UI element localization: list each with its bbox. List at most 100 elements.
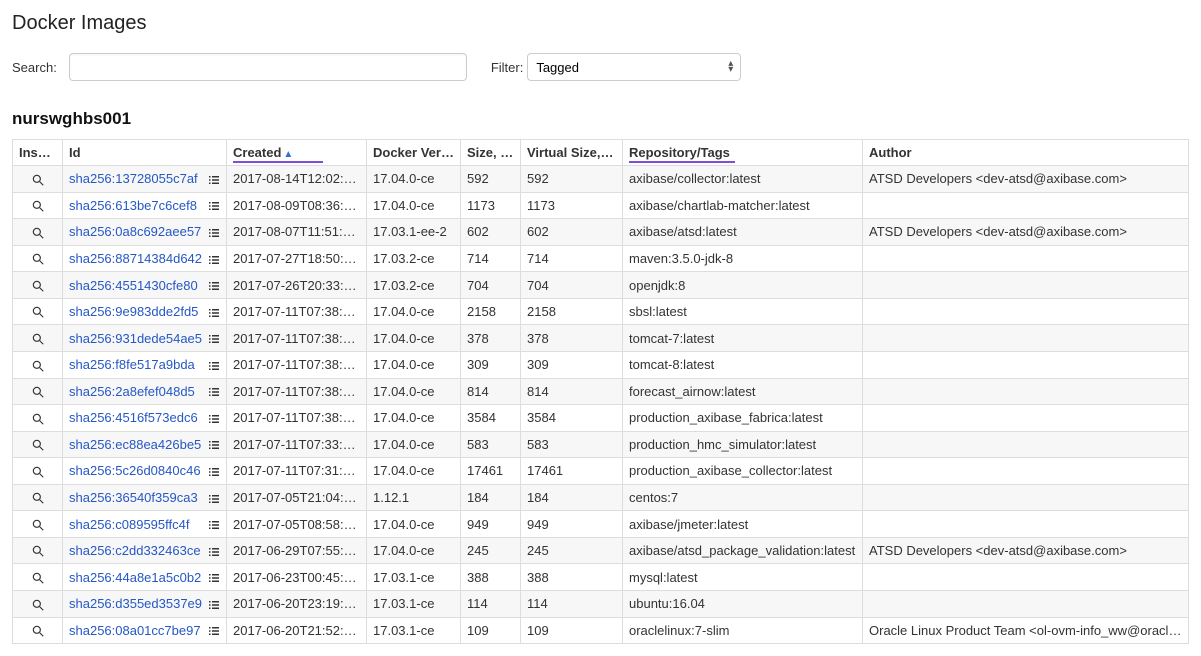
image-id-link[interactable]: sha256:4516f573edc6 [69,410,198,425]
image-id-link[interactable]: sha256:88714384d642 [69,251,202,266]
inspect-cell [13,245,63,272]
docker-version-cell: 17.04.0-ce [367,378,461,405]
author-cell [863,458,1189,485]
list-icon[interactable] [208,357,220,372]
virtual-size-cell: 704 [521,272,623,299]
magnifier-icon[interactable] [31,304,45,319]
magnifier-icon[interactable] [31,330,45,345]
col-header-size[interactable]: Size, MB [461,140,521,166]
image-id-link[interactable]: sha256:08a01cc7be97 [69,623,201,638]
image-id-link[interactable]: sha256:d355ed3537e9 [69,596,202,611]
inspect-cell [13,219,63,246]
table-row: sha256:44a8e1a5c0b22017-06-23T00:45:29Z1… [13,564,1189,591]
magnifier-icon[interactable] [31,490,45,505]
magnifier-icon[interactable] [31,623,45,638]
image-id-link[interactable]: sha256:13728055c7af [69,171,198,186]
table-row: sha256:88714384d6422017-07-27T18:50:14Z1… [13,245,1189,272]
image-id-link[interactable]: sha256:4551430cfe80 [69,278,198,293]
created-cell: 2017-07-11T07:38:33Z [227,325,367,352]
table-row: sha256:4551430cfe802017-07-26T20:33:16Z1… [13,272,1189,299]
image-id-link[interactable]: sha256:ec88ea426be5 [69,437,201,452]
list-icon[interactable] [208,490,220,505]
magnifier-icon[interactable] [31,437,45,452]
page-title: Docker Images [12,12,1189,35]
list-icon[interactable] [208,331,220,346]
magnifier-icon[interactable] [31,357,45,372]
images-table: Inspect Id Created▲ Docker Version Size,… [12,139,1189,644]
magnifier-icon[interactable] [31,384,45,399]
col-header-tags[interactable]: Repository/Tags [623,140,863,166]
size-cell: 814 [461,378,521,405]
list-icon[interactable] [208,543,220,558]
size-cell: 378 [461,325,521,352]
magnifier-icon[interactable] [31,516,45,531]
size-cell: 17461 [461,458,521,485]
size-cell: 704 [461,272,521,299]
id-cell: sha256:f8fe517a9bda [63,351,227,378]
image-id-link[interactable]: sha256:9e983dde2fd5 [69,304,198,319]
magnifier-icon[interactable] [31,171,45,186]
image-id-link[interactable]: sha256:c2dd332463ce [69,543,201,558]
image-id-link[interactable]: sha256:613be7c6cef8 [69,198,197,213]
table-row: sha256:9e983dde2fd52017-07-11T07:38:36Z1… [13,298,1189,325]
magnifier-icon[interactable] [31,224,45,239]
list-icon[interactable] [208,410,220,425]
list-icon[interactable] [208,517,220,532]
list-icon[interactable] [208,384,220,399]
list-icon[interactable] [208,623,220,638]
docker-version-cell: 17.04.0-ce [367,431,461,458]
size-cell: 388 [461,564,521,591]
list-icon[interactable] [208,198,220,213]
magnifier-icon[interactable] [31,410,45,425]
list-icon[interactable] [208,171,220,186]
magnifier-icon[interactable] [31,277,45,292]
col-header-id[interactable]: Id [63,140,227,166]
image-id-link[interactable]: sha256:c089595ffc4f [69,517,189,532]
magnifier-icon[interactable] [31,251,45,266]
id-cell: sha256:0a8c692aee57 [63,219,227,246]
image-id-link[interactable]: sha256:36540f359ca3 [69,490,198,505]
filter-select[interactable]: Tagged [527,53,741,81]
created-cell: 2017-07-11T07:31:32Z [227,458,367,485]
col-header-inspect[interactable]: Inspect [13,140,63,166]
magnifier-icon[interactable] [31,198,45,213]
list-icon[interactable] [208,278,220,293]
col-header-author[interactable]: Author [863,140,1189,166]
magnifier-icon[interactable] [31,543,45,558]
author-cell [863,351,1189,378]
host-title: nurswghbs001 [12,109,1189,129]
list-icon[interactable] [208,304,220,319]
col-header-created[interactable]: Created▲ [227,140,367,166]
id-cell: sha256:4551430cfe80 [63,272,227,299]
image-id-link[interactable]: sha256:931dede54ae5 [69,331,202,346]
tags-cell: production_axibase_fabrica:latest [623,405,863,432]
col-header-docker[interactable]: Docker Version [367,140,461,166]
list-icon[interactable] [208,437,220,452]
list-icon[interactable] [208,224,220,239]
search-filter-row: Search: Filter: Tagged ▴▾ [12,53,1189,81]
list-icon[interactable] [208,463,220,478]
size-cell: 309 [461,351,521,378]
image-id-link[interactable]: sha256:0a8c692aee57 [69,224,201,239]
created-cell: 2017-08-09T08:36:44Z [227,192,367,219]
size-cell: 1173 [461,192,521,219]
magnifier-icon[interactable] [31,463,45,478]
image-id-link[interactable]: sha256:44a8e1a5c0b2 [69,570,201,585]
list-icon[interactable] [208,570,220,585]
inspect-cell [13,378,63,405]
tags-cell: axibase/atsd_package_validation:latest [623,537,863,564]
search-input[interactable] [69,53,467,81]
list-icon[interactable] [208,596,220,611]
created-cell: 2017-07-05T21:04:51Z [227,484,367,511]
created-cell: 2017-06-20T23:19:04Z [227,591,367,618]
list-icon[interactable] [208,251,220,266]
image-id-link[interactable]: sha256:5c26d0840c46 [69,463,201,478]
magnifier-icon[interactable] [31,569,45,584]
author-cell [863,298,1189,325]
id-cell: sha256:d355ed3537e9 [63,591,227,618]
docker-version-cell: 17.04.0-ce [367,298,461,325]
image-id-link[interactable]: sha256:2a8efef048d5 [69,384,195,399]
col-header-vsize[interactable]: Virtual Size, MB [521,140,623,166]
created-cell: 2017-06-20T21:52:53Z [227,617,367,644]
image-id-link[interactable]: sha256:f8fe517a9bda [69,357,195,372]
